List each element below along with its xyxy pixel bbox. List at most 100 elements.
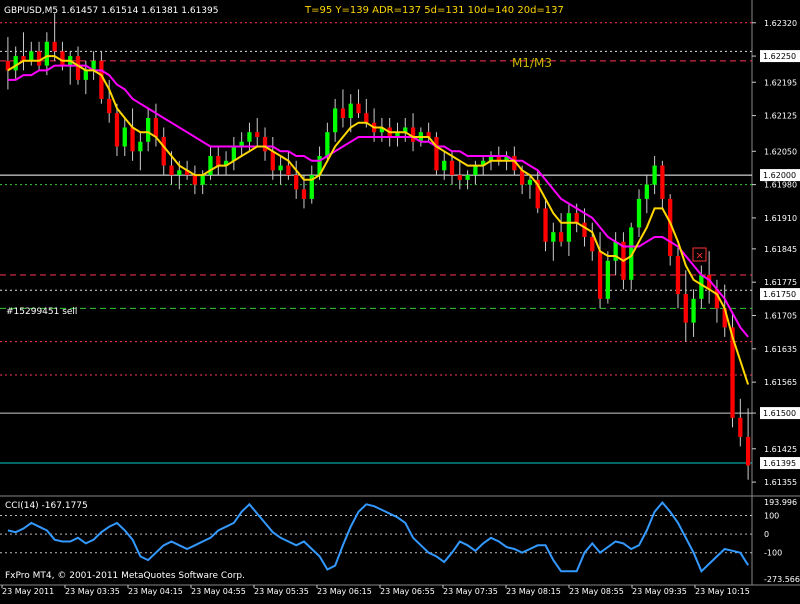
candle-body xyxy=(527,179,533,185)
candle-body xyxy=(457,175,462,180)
candle-body xyxy=(582,222,587,237)
candle-body xyxy=(574,213,579,223)
candle-body xyxy=(551,232,556,242)
candle-body xyxy=(597,251,603,299)
candle-body xyxy=(122,127,127,147)
candle-body xyxy=(364,113,369,123)
candle-body xyxy=(153,117,159,137)
chart-background xyxy=(0,0,800,600)
candle-body xyxy=(683,294,688,323)
candle-body xyxy=(333,108,338,133)
time-axis-label: 23 May 06:55 xyxy=(380,587,435,596)
time-axis-label: 23 May 09:35 xyxy=(632,587,687,596)
trade-marker-icon: × xyxy=(696,251,704,262)
candle-body xyxy=(247,132,252,142)
candle-body xyxy=(286,165,291,176)
candle-body xyxy=(231,146,236,161)
candle-body xyxy=(294,175,299,190)
time-axis-label: 23 May 07:35 xyxy=(443,587,498,596)
candle-body xyxy=(325,132,330,157)
price-tick-label: 1.61845 xyxy=(764,245,797,254)
price-tick-label: 1.61635 xyxy=(764,345,797,354)
cci-tick-label: -100 xyxy=(764,549,782,558)
candle-body xyxy=(636,198,642,228)
cci-tick-label: 100 xyxy=(764,511,779,520)
candle-body xyxy=(605,260,610,299)
order-label: #15299451 sell xyxy=(6,307,77,317)
cci-tick-label: 193.996 xyxy=(764,498,797,507)
time-axis-label: 23 May 06:15 xyxy=(317,587,372,596)
candle-body xyxy=(449,160,455,176)
candle-body xyxy=(644,184,649,199)
copyright-label: FxPro MT4, © 2001-2011 MetaQuotes Softwa… xyxy=(5,571,245,581)
candle-body xyxy=(75,56,81,80)
price-highlight-label: 1.61500 xyxy=(763,409,796,418)
candle-body xyxy=(146,117,151,142)
candle-body xyxy=(83,70,88,80)
candle-body xyxy=(348,103,353,118)
candle-body xyxy=(114,113,120,147)
candle-body xyxy=(270,151,275,171)
price-tick-label: 1.61355 xyxy=(764,478,797,487)
chart-canvas[interactable]: 1.62320 1.62250 1.62195 1.62125 1.62050 1.619… xyxy=(0,0,800,600)
trading-chart-window[interactable]: 1.62320 1.62250 1.62195 1.62125 1.62050 1.619… xyxy=(0,0,800,600)
price-tick-label: 1.61910 xyxy=(764,214,797,223)
time-axis-label: 23 May 08:15 xyxy=(506,587,561,596)
time-axis-label: 23 May 05:35 xyxy=(254,587,309,596)
candle-body xyxy=(138,141,143,152)
price-tick-label: 1.62195 xyxy=(764,78,797,87)
time-axis-label: 23 May 10:15 xyxy=(695,587,750,596)
price-tick-label: 1.62320 xyxy=(764,19,797,28)
candle-body xyxy=(590,236,595,252)
time-axis-label: 23 May 08:55 xyxy=(569,587,624,596)
candle-body xyxy=(13,56,18,71)
candle-body xyxy=(301,189,307,199)
candle-body xyxy=(36,51,42,66)
candle-body xyxy=(255,132,260,137)
candle-body xyxy=(161,137,166,166)
price-tick-label: 1.61775 xyxy=(764,278,797,287)
candle-body xyxy=(738,417,743,437)
cci-indicator-label: CCI(14) -167.1775 xyxy=(5,501,88,511)
price-highlight-label: 1.61395 xyxy=(763,459,796,468)
candle-body xyxy=(192,175,198,185)
price-highlight-label: 1.62250 xyxy=(763,52,796,61)
time-axis-label: 23 May 03:35 xyxy=(65,587,120,596)
candle-body xyxy=(675,256,681,295)
candle xyxy=(668,194,673,266)
time-axis-label: 23 May 04:15 xyxy=(128,587,183,596)
candle-body xyxy=(216,156,221,166)
stats-label: T=95 Y=139 ADR=137 5d=131 10d=140 20d=13… xyxy=(304,5,564,16)
price-highlight-label: 1.61750 xyxy=(763,290,796,299)
price-tick-label: 1.61980 xyxy=(764,181,797,190)
candle-body xyxy=(356,103,361,114)
candle-body xyxy=(745,436,751,466)
time-axis-label: 23 May 2011 xyxy=(2,587,54,596)
candle-body xyxy=(340,108,346,118)
price-tick-label: 1.62050 xyxy=(764,147,797,156)
candle-body xyxy=(699,275,704,299)
candle-body xyxy=(543,208,548,242)
candle-body xyxy=(652,165,657,185)
price-tick-label: 1.61425 xyxy=(764,445,797,454)
time-axis-label: 23 May 04:55 xyxy=(191,587,246,596)
price-tick-label: 1.61565 xyxy=(764,378,797,387)
candle-body xyxy=(44,41,49,66)
candle-body xyxy=(278,165,283,171)
candle-body xyxy=(558,232,564,242)
candle-body xyxy=(29,51,34,61)
candle xyxy=(434,132,439,176)
candle-body xyxy=(465,175,470,180)
candle-body xyxy=(442,160,447,171)
candle-body xyxy=(434,137,439,171)
candle-body xyxy=(200,175,205,185)
candle-body xyxy=(660,165,665,199)
candle-body xyxy=(107,98,112,114)
price-tick-label: 1.61705 xyxy=(764,312,797,321)
cci-tick-label: 0 xyxy=(764,530,769,539)
candle-body xyxy=(262,137,268,152)
candle-body xyxy=(566,213,572,242)
price-highlight-label: 1.62000 xyxy=(763,171,796,180)
candle-body xyxy=(473,165,478,176)
candle-body xyxy=(169,165,174,176)
